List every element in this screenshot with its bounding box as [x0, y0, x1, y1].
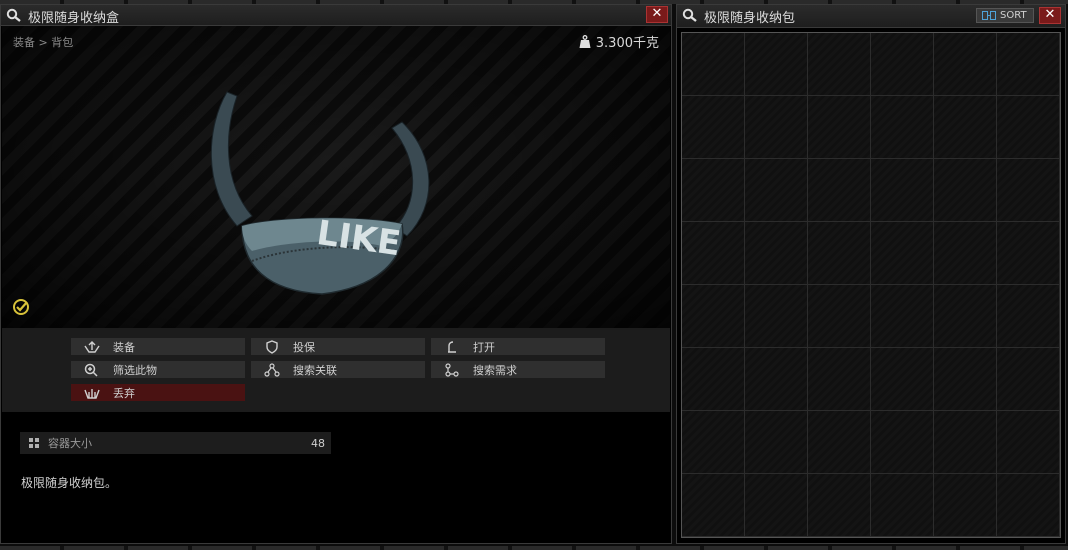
sort-icon [982, 11, 996, 20]
item-inspect-window: 极限随身收纳盒 ✕ 装备 > 背包 3.300千克 LIKE 装备 投保 打开 … [0, 4, 672, 544]
grid-slot[interactable] [871, 285, 934, 348]
breadcrumb-current[interactable]: 背包 [51, 36, 73, 49]
magnify-plus-icon [81, 363, 103, 377]
grid-slot[interactable] [682, 33, 745, 96]
open-button[interactable]: 打开 [431, 338, 605, 355]
grid-slot[interactable] [997, 159, 1060, 222]
stat-label: 容器大小 [48, 437, 92, 450]
grid-slot[interactable] [871, 96, 934, 159]
context-actions: 装备 投保 打开 筛选此物 搜索关联 搜索需求 丢弃 [2, 328, 670, 412]
weight-icon [579, 34, 591, 48]
grid-slot[interactable] [808, 222, 871, 285]
grid-slot[interactable] [997, 474, 1060, 537]
equip-icon [81, 340, 103, 354]
grid-slot[interactable] [997, 96, 1060, 159]
shield-icon [261, 339, 283, 354]
item-preview: 装备 > 背包 3.300千克 LIKE [2, 26, 670, 328]
filter-button[interactable]: 筛选此物 [71, 361, 245, 378]
grid-slot[interactable] [997, 222, 1060, 285]
search-required-button[interactable]: 搜索需求 [431, 361, 605, 378]
magnifier-icon [6, 8, 21, 22]
grid-slot[interactable] [934, 474, 997, 537]
grid-slot[interactable] [682, 285, 745, 348]
bottom-edge-strip [0, 546, 1068, 550]
grid-slot[interactable] [997, 411, 1060, 474]
grid-slot[interactable] [871, 33, 934, 96]
grid-slot[interactable] [997, 348, 1060, 411]
inspect-title: 极限随身收纳盒 [28, 11, 120, 26]
magnifier-icon [682, 8, 697, 22]
nodes-icon [261, 362, 283, 377]
grid-slot[interactable] [934, 33, 997, 96]
nodes-icon [441, 362, 463, 377]
fanny-pack-image: LIKE [210, 91, 430, 295]
search-related-button[interactable]: 搜索关联 [251, 361, 425, 378]
grid-slot[interactable] [808, 96, 871, 159]
item-weight: 3.300千克 [579, 32, 659, 51]
sort-label: SORT [1000, 10, 1027, 21]
breadcrumb-separator: > [38, 36, 48, 49]
grid-slot[interactable] [808, 159, 871, 222]
grid-slot[interactable] [682, 96, 745, 159]
weight-value: 3.300千克 [595, 36, 659, 51]
item-specs: 容器大小 48 极限随身收纳包。 [2, 412, 670, 542]
container-size-stat: 容器大小 48 [20, 432, 331, 454]
grid-icon [29, 438, 39, 448]
discard-button[interactable]: 丢弃 [71, 384, 245, 401]
grid-slot[interactable] [871, 222, 934, 285]
breadcrumb: 装备 > 背包 [13, 34, 73, 50]
discard-icon [81, 386, 103, 400]
inspect-close-button[interactable]: ✕ [646, 6, 668, 23]
grid-slot[interactable] [997, 285, 1060, 348]
grid-slot[interactable] [745, 474, 808, 537]
grid-slot[interactable] [871, 348, 934, 411]
grid-slot[interactable] [745, 159, 808, 222]
grid-slot[interactable] [934, 285, 997, 348]
breadcrumb-parent[interactable]: 装备 [13, 36, 35, 49]
grid-slot[interactable] [682, 411, 745, 474]
grid-slot[interactable] [871, 411, 934, 474]
grid-slot[interactable] [808, 411, 871, 474]
grid-slot[interactable] [934, 222, 997, 285]
grid-slot[interactable] [745, 285, 808, 348]
grid-slot[interactable] [934, 159, 997, 222]
grid-slot[interactable] [808, 33, 871, 96]
grid-slot[interactable] [745, 96, 808, 159]
grid-slot[interactable] [745, 348, 808, 411]
grid-slot[interactable] [997, 33, 1060, 96]
grid-slot[interactable] [745, 33, 808, 96]
equip-button[interactable]: 装备 [71, 338, 245, 355]
grid-slot[interactable] [808, 285, 871, 348]
inspect-titlebar[interactable]: 极限随身收纳盒 ✕ [1, 5, 671, 26]
grid-slot[interactable] [808, 474, 871, 537]
grid-slot[interactable] [682, 222, 745, 285]
grid-slot[interactable] [871, 474, 934, 537]
grid-slot[interactable] [934, 411, 997, 474]
grid-slot[interactable] [745, 411, 808, 474]
grid-slot[interactable] [682, 348, 745, 411]
container-grid[interactable] [681, 32, 1061, 538]
grid-slot[interactable] [682, 474, 745, 537]
grid-slot[interactable] [808, 348, 871, 411]
stat-value: 48 [311, 436, 325, 450]
item-description: 极限随身收纳包。 [21, 476, 118, 490]
container-title: 极限随身收纳包 [704, 11, 796, 26]
grid-slot[interactable] [682, 159, 745, 222]
container-close-button[interactable]: ✕ [1039, 7, 1061, 24]
insure-button[interactable]: 投保 [251, 338, 425, 355]
open-icon [441, 340, 463, 354]
examined-check-icon [13, 299, 29, 315]
grid-slot[interactable] [934, 348, 997, 411]
grid-slot[interactable] [745, 222, 808, 285]
sort-button[interactable]: SORT [976, 8, 1034, 23]
grid-slot[interactable] [934, 96, 997, 159]
grid-slot[interactable] [871, 159, 934, 222]
container-titlebar[interactable]: 极限随身收纳包 SORT ✕ [677, 5, 1065, 28]
container-window: 极限随身收纳包 SORT ✕ [676, 4, 1066, 544]
